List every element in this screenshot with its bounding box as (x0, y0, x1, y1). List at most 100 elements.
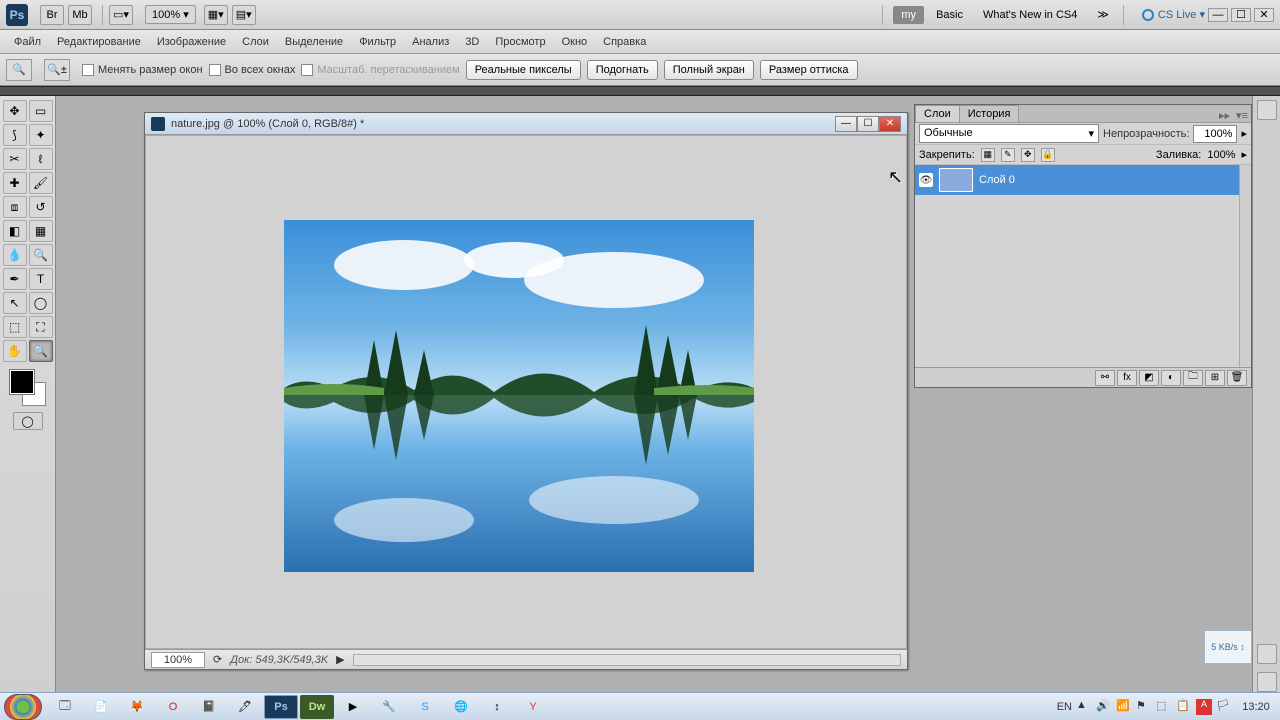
bridge-button[interactable]: Br (40, 5, 64, 25)
tray-action-icon[interactable]: 🏳 (1216, 699, 1232, 715)
actions-panel-icon[interactable] (1257, 672, 1277, 692)
history-panel-icon[interactable] (1257, 644, 1277, 664)
3d-tool[interactable]: ⬚ (3, 316, 27, 338)
crop-tool[interactable]: ✂ (3, 148, 27, 170)
lasso-tool[interactable]: ⟆ (3, 124, 27, 146)
lock-all-icon[interactable]: 🔒 (1041, 148, 1055, 162)
adjustment-layer-icon[interactable]: ◐ (1161, 370, 1181, 386)
delete-layer-icon[interactable]: 🗑 (1227, 370, 1247, 386)
tray-app2-icon[interactable]: ⬚ (1156, 699, 1172, 715)
layer-fx-icon[interactable]: fx (1117, 370, 1137, 386)
fill-slider-arrow-icon[interactable]: ▸ (1241, 148, 1247, 161)
layer-item[interactable]: 👁 Слой 0 (915, 165, 1251, 195)
workspace-my[interactable]: my (893, 6, 924, 24)
fill-input[interactable]: 100% (1207, 149, 1235, 161)
taskbar-dreamweaver-icon[interactable]: Dw (300, 695, 334, 719)
blur-tool[interactable]: 💧 (3, 244, 27, 266)
zoom-dropdown[interactable]: 100% ▾ (145, 5, 196, 24)
taskbar-yandex-icon[interactable]: Y (516, 695, 550, 719)
document-titlebar[interactable]: nature.jpg @ 100% (Слой 0, RGB/8#) * — ☐… (145, 113, 907, 135)
status-doc-info[interactable]: Док: 549,3K/549,3K (230, 654, 328, 666)
lock-position-icon[interactable]: ✥ (1021, 148, 1035, 162)
zoom-tool[interactable]: 🔍 (29, 340, 53, 362)
arrange-dropdown[interactable]: ▦▾ (204, 5, 228, 25)
zoom-in-out-toggle[interactable]: 🔍± (44, 59, 70, 81)
layer-visibility-icon[interactable]: 👁 (919, 173, 933, 187)
swatches-panel-icon[interactable] (1257, 100, 1277, 120)
eyedropper-tool[interactable]: ℓ (29, 148, 53, 170)
view-extras-dropdown[interactable]: ▤▾ (232, 5, 256, 25)
type-tool[interactable]: T (29, 268, 53, 290)
taskbar-firefox-icon[interactable]: 🦊 (120, 695, 154, 719)
taskbar-photoshop-icon[interactable]: Ps (264, 695, 298, 719)
opacity-input[interactable]: 100% (1193, 125, 1237, 143)
menu-layer[interactable]: Слои (234, 34, 277, 50)
taskbar-opera-icon[interactable]: O (156, 695, 190, 719)
window-minimize[interactable]: — (1208, 8, 1228, 22)
window-close[interactable]: ✕ (1254, 8, 1274, 22)
shape-tool[interactable]: ◯ (29, 292, 53, 314)
screen-mode-dropdown[interactable]: ▭▾ (109, 5, 133, 25)
layer-list-scrollbar[interactable] (1239, 165, 1251, 367)
menu-image[interactable]: Изображение (149, 34, 234, 50)
menu-filter[interactable]: Фильтр (351, 34, 404, 50)
horizontal-scrollbar[interactable] (353, 654, 901, 666)
minibridge-button[interactable]: Mb (68, 5, 92, 25)
taskbar-clock[interactable]: 13:20 (1236, 701, 1276, 713)
taskbar-chrome-icon[interactable]: 🌐 (444, 695, 478, 719)
menu-help[interactable]: Справка (595, 34, 654, 50)
layer-group-icon[interactable]: 🗀 (1183, 370, 1203, 386)
layer-name-label[interactable]: Слой 0 (979, 174, 1015, 186)
status-menu-arrow[interactable]: ▶ (336, 653, 344, 666)
tab-layers[interactable]: Слои (915, 105, 960, 122)
window-maximize[interactable]: ☐ (1231, 8, 1251, 22)
path-select-tool[interactable]: ↖ (3, 292, 27, 314)
workspace-basic[interactable]: Basic (928, 6, 971, 24)
tray-network-icon[interactable]: 📶 (1116, 699, 1132, 715)
taskbar-paint-icon[interactable]: 🖊 (228, 695, 262, 719)
marquee-tool[interactable]: ▭ (29, 100, 53, 122)
3d-camera-tool[interactable]: ⛶ (29, 316, 53, 338)
brush-tool[interactable]: 🖌 (29, 172, 53, 194)
color-swatches[interactable] (6, 370, 50, 406)
wand-tool[interactable]: ✦ (29, 124, 53, 146)
menu-view[interactable]: Просмотр (487, 34, 553, 50)
opacity-slider-arrow-icon[interactable]: ▸ (1241, 127, 1247, 140)
lang-indicator[interactable]: EN (1057, 701, 1072, 713)
layer-mask-icon[interactable]: ◩ (1139, 370, 1159, 386)
lock-transparency-icon[interactable]: ▦ (981, 148, 995, 162)
lock-pixels-icon[interactable]: ✎ (1001, 148, 1015, 162)
doc-maximize[interactable]: ☐ (857, 116, 879, 132)
taskbar-sync-icon[interactable]: ↕ (480, 695, 514, 719)
tray-app1-icon[interactable]: ⚑ (1136, 699, 1152, 715)
zoom-all-windows-checkbox[interactable]: Во всех окнах (209, 64, 296, 76)
layer-thumbnail[interactable] (939, 168, 973, 192)
taskbar-media-icon[interactable]: ▶ (336, 695, 370, 719)
link-layers-icon[interactable]: ⚯ (1095, 370, 1115, 386)
quick-mask-toggle[interactable]: ◯ (13, 412, 43, 430)
taskbar-notes-icon[interactable]: 📄 (84, 695, 118, 719)
move-tool[interactable]: ✥ (3, 100, 27, 122)
status-zoom-input[interactable]: 100% (151, 652, 205, 668)
tab-history[interactable]: История (959, 105, 1020, 122)
menu-select[interactable]: Выделение (277, 34, 351, 50)
fit-screen-button[interactable]: Подогнать (587, 60, 658, 80)
dodge-tool[interactable]: 🔍 (29, 244, 53, 266)
tray-notepad-icon[interactable]: 📋 (1176, 699, 1192, 715)
gradient-tool[interactable]: ▦ (29, 220, 53, 242)
status-info-icon[interactable]: ⟳ (213, 653, 222, 666)
workspace-more[interactable]: ≫ (1089, 5, 1117, 24)
tray-adobe-icon[interactable]: A (1196, 699, 1212, 715)
stamp-tool[interactable]: ⧈ (3, 196, 27, 218)
taskbar-app-icon[interactable]: 🔧 (372, 695, 406, 719)
panel-collapse-icon[interactable]: ▸▸ (1216, 109, 1233, 122)
heal-tool[interactable]: ✚ (3, 172, 27, 194)
taskbar-notepad-icon[interactable]: 📓 (192, 695, 226, 719)
pen-tool[interactable]: ✒ (3, 268, 27, 290)
workspace-whatsnew[interactable]: What's New in CS4 (975, 6, 1085, 24)
resize-windows-checkbox[interactable]: Менять размер окон (82, 64, 203, 76)
fill-screen-button[interactable]: Полный экран (664, 60, 754, 80)
menu-edit[interactable]: Редактирование (49, 34, 149, 50)
start-button[interactable] (4, 694, 42, 720)
cslive-dropdown[interactable]: CS Live ▾ (1142, 8, 1205, 21)
